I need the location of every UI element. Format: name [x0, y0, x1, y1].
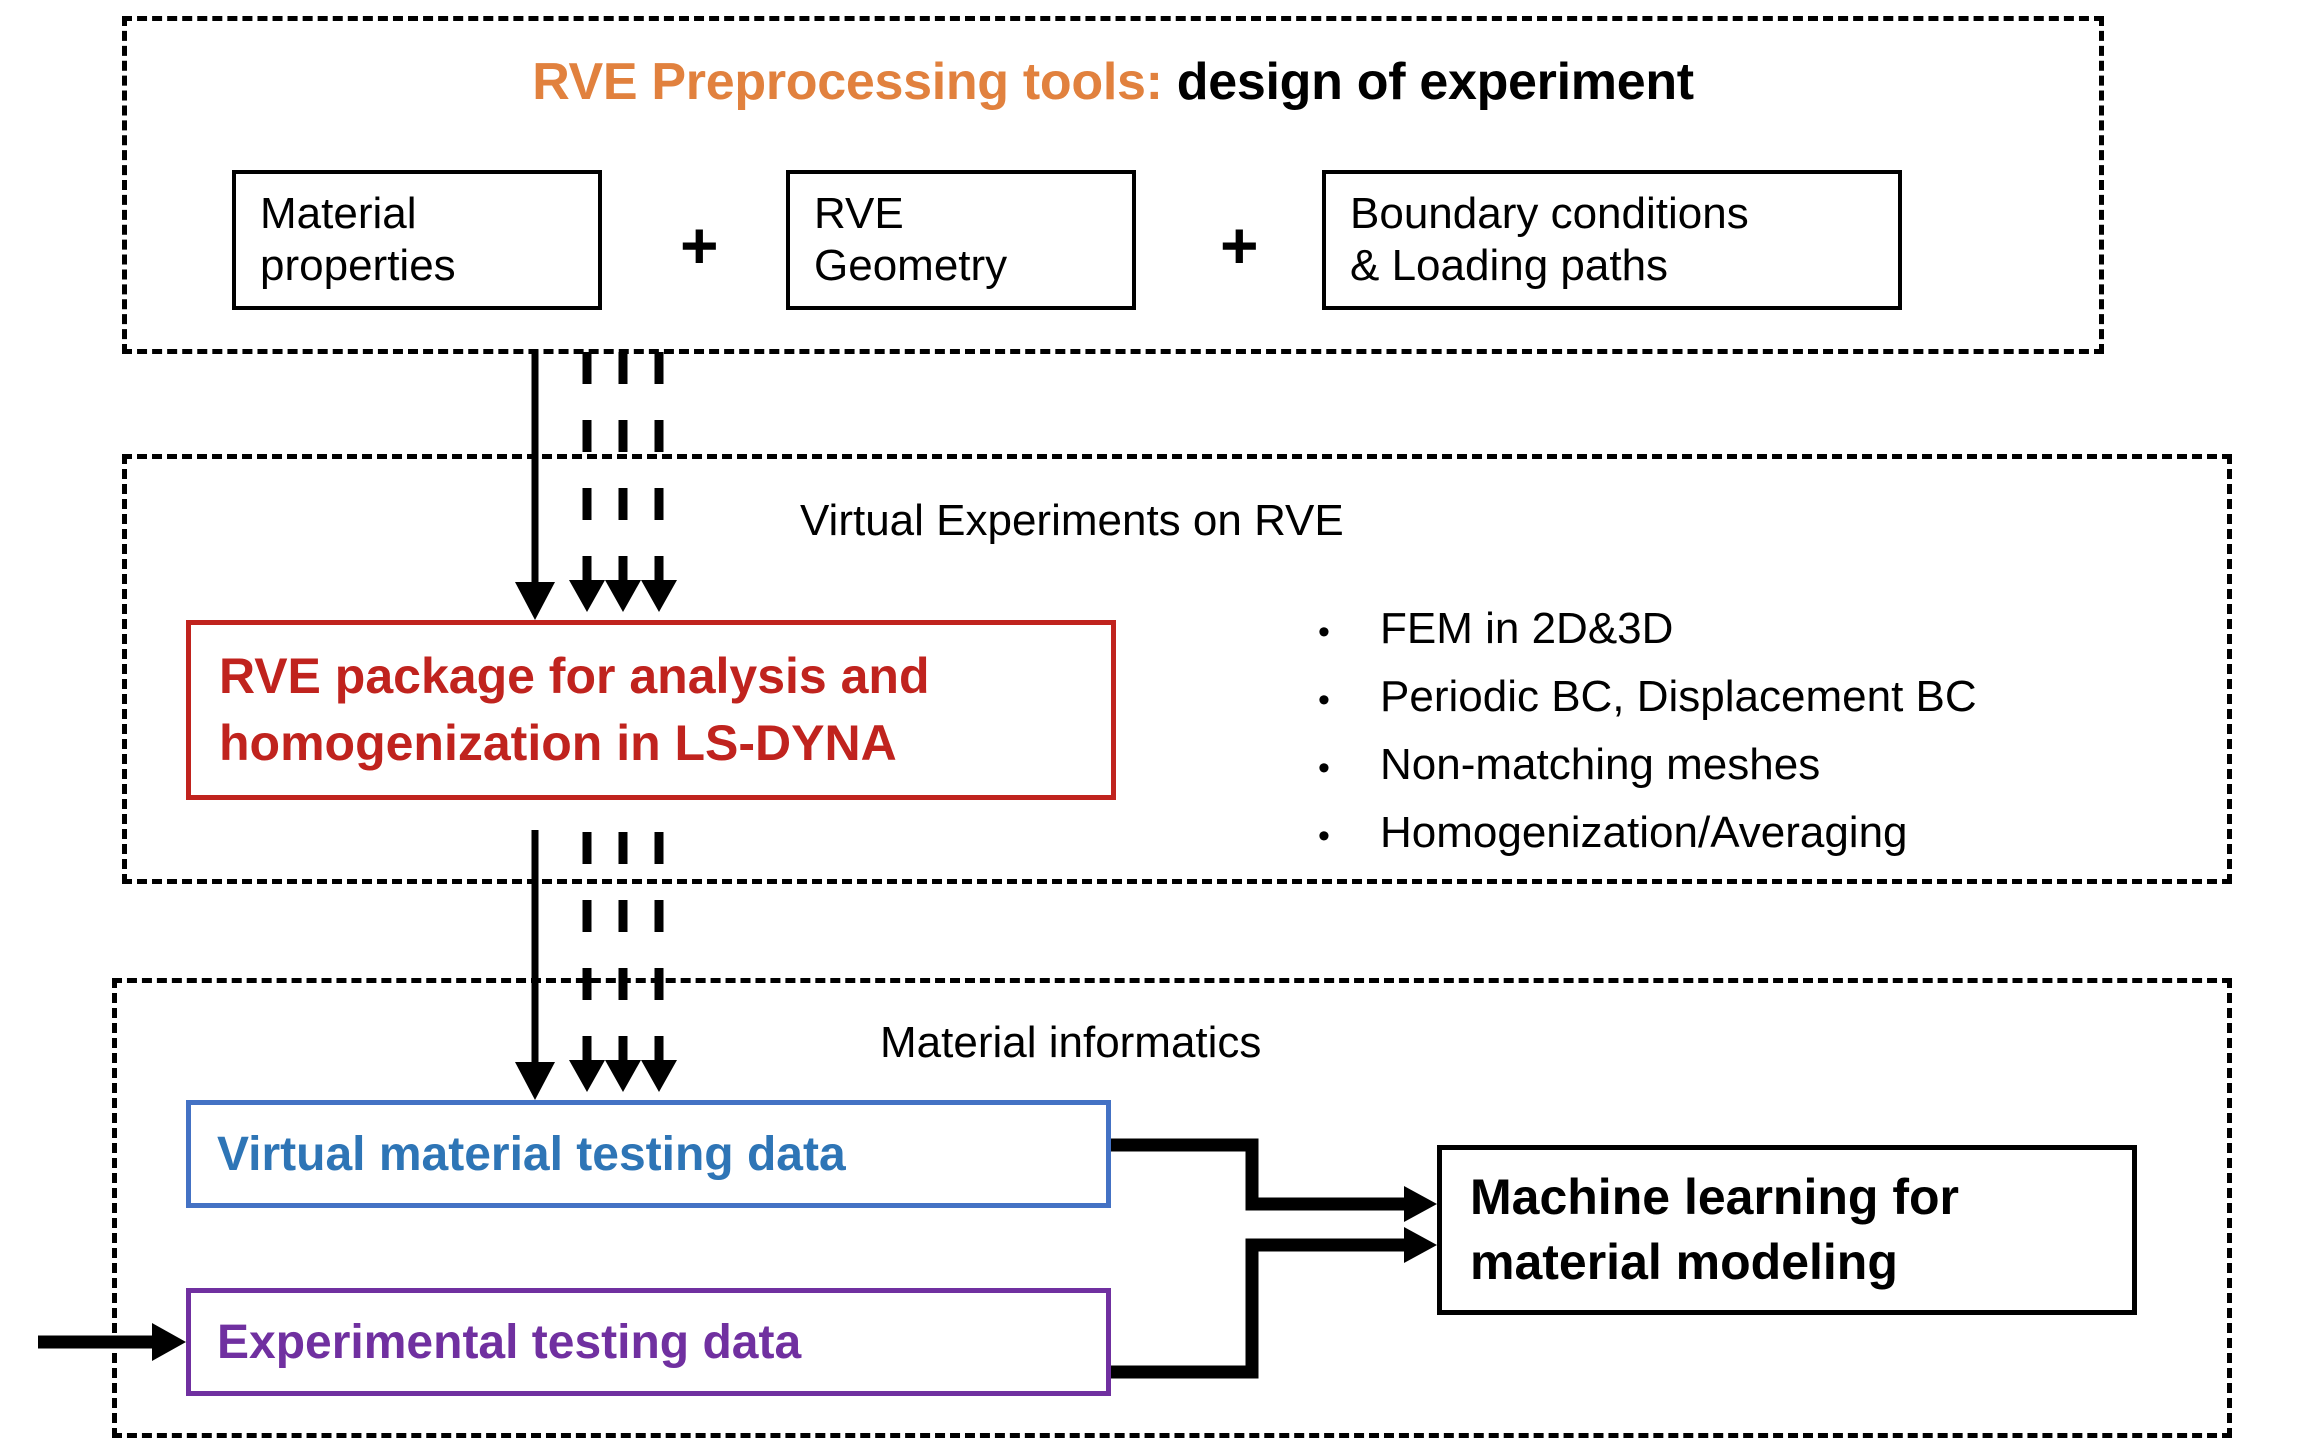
- plus-operator-1: +: [680, 208, 719, 282]
- box-rve-package[interactable]: RVE package for analysis and homogenizat…: [186, 620, 1116, 800]
- list-item-label: Periodic BC, Displacement BC: [1380, 672, 1977, 721]
- list-item: • Periodic BC, Displacement BC: [1318, 672, 1977, 722]
- plus-operator-2: +: [1220, 208, 1259, 282]
- list-item: • FEM in 2D&3D: [1318, 604, 1977, 654]
- box-boundary-conditions-line1: Boundary conditions: [1350, 189, 1749, 239]
- list-item: • Homogenization/Averaging: [1318, 808, 1977, 858]
- box-rve-package-line1: RVE package for analysis and: [219, 647, 930, 704]
- box-rve-geometry-line1: RVE: [814, 189, 904, 239]
- page-title-rest: design of experiment: [1162, 53, 1694, 111]
- bullet-dot-icon: •: [1318, 681, 1330, 719]
- feature-bullet-list: • FEM in 2D&3D • Periodic BC, Displaceme…: [1318, 604, 1977, 876]
- box-virtual-material-testing-data[interactable]: Virtual material testing data: [186, 1100, 1111, 1208]
- box-experimental-testing-data-label: Experimental testing data: [217, 1315, 802, 1369]
- box-rve-geometry[interactable]: RVE Geometry: [786, 170, 1136, 310]
- box-boundary-conditions-line2: & Loading paths: [1350, 241, 1669, 290]
- bullet-dot-icon: •: [1318, 613, 1330, 651]
- label-virtual-experiments: Virtual Experiments on RVE: [800, 496, 1344, 545]
- box-boundary-conditions[interactable]: Boundary conditions & Loading paths: [1322, 170, 1902, 310]
- list-item-label: Homogenization/Averaging: [1380, 808, 1908, 857]
- box-experimental-testing-data[interactable]: Experimental testing data: [186, 1288, 1111, 1396]
- list-item-label: FEM in 2D&3D: [1380, 604, 1674, 653]
- box-virtual-material-testing-data-label: Virtual material testing data: [217, 1127, 846, 1181]
- box-material-properties[interactable]: Material properties: [232, 170, 602, 310]
- page-title-accent: RVE Preprocessing tools:: [532, 53, 1163, 111]
- diagram-canvas: RVE Preprocessing tools: design of exper…: [0, 0, 2298, 1452]
- bullet-dot-icon: •: [1318, 749, 1330, 787]
- bullet-dot-icon: •: [1318, 817, 1330, 855]
- box-material-properties-line2: properties: [260, 241, 456, 290]
- box-material-properties-line1: Material: [260, 189, 417, 239]
- page-title: RVE Preprocessing tools: design of exper…: [122, 52, 2104, 112]
- box-rve-package-line2: homogenization in LS-DYNA: [219, 715, 897, 771]
- box-machine-learning-line2: material modeling: [1470, 1234, 1898, 1290]
- list-item: • Non-matching meshes: [1318, 740, 1977, 790]
- box-rve-geometry-line2: Geometry: [814, 241, 1008, 290]
- list-item-label: Non-matching meshes: [1380, 740, 1821, 789]
- label-material-informatics: Material informatics: [880, 1018, 1262, 1067]
- box-machine-learning-line1: Machine learning for: [1470, 1169, 1959, 1225]
- box-machine-learning[interactable]: Machine learning for material modeling: [1437, 1145, 2137, 1315]
